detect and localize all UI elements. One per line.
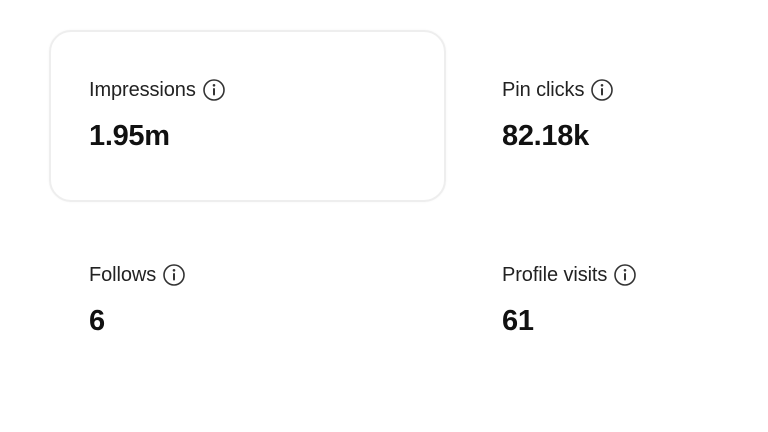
metric-profile-visits[interactable]: Profile visits 61 bbox=[502, 262, 637, 338]
metric-label: Follows bbox=[89, 263, 157, 286]
info-icon[interactable] bbox=[202, 78, 226, 102]
metric-pin-clicks[interactable]: Pin clicks 82.18k bbox=[502, 77, 614, 153]
metric-label-row: Profile visits bbox=[502, 262, 637, 288]
metric-label: Profile visits bbox=[502, 263, 608, 286]
metric-value: 61 bbox=[502, 305, 534, 337]
metric-value: 6 bbox=[89, 305, 105, 337]
metric-label-row: Impressions bbox=[89, 77, 226, 103]
metric-value: 1.95m bbox=[89, 120, 170, 152]
info-icon[interactable] bbox=[590, 78, 614, 102]
metric-label: Pin clicks bbox=[502, 78, 585, 101]
metric-value: 82.18k bbox=[502, 120, 589, 152]
info-icon[interactable] bbox=[162, 263, 186, 287]
metric-impressions[interactable]: Impressions 1.95m bbox=[89, 77, 226, 153]
metric-follows[interactable]: Follows 6 bbox=[89, 262, 186, 338]
info-icon[interactable] bbox=[613, 263, 637, 287]
metric-label: Impressions bbox=[89, 78, 196, 101]
metric-label-row: Follows bbox=[89, 262, 186, 288]
metric-label-row: Pin clicks bbox=[502, 77, 614, 103]
